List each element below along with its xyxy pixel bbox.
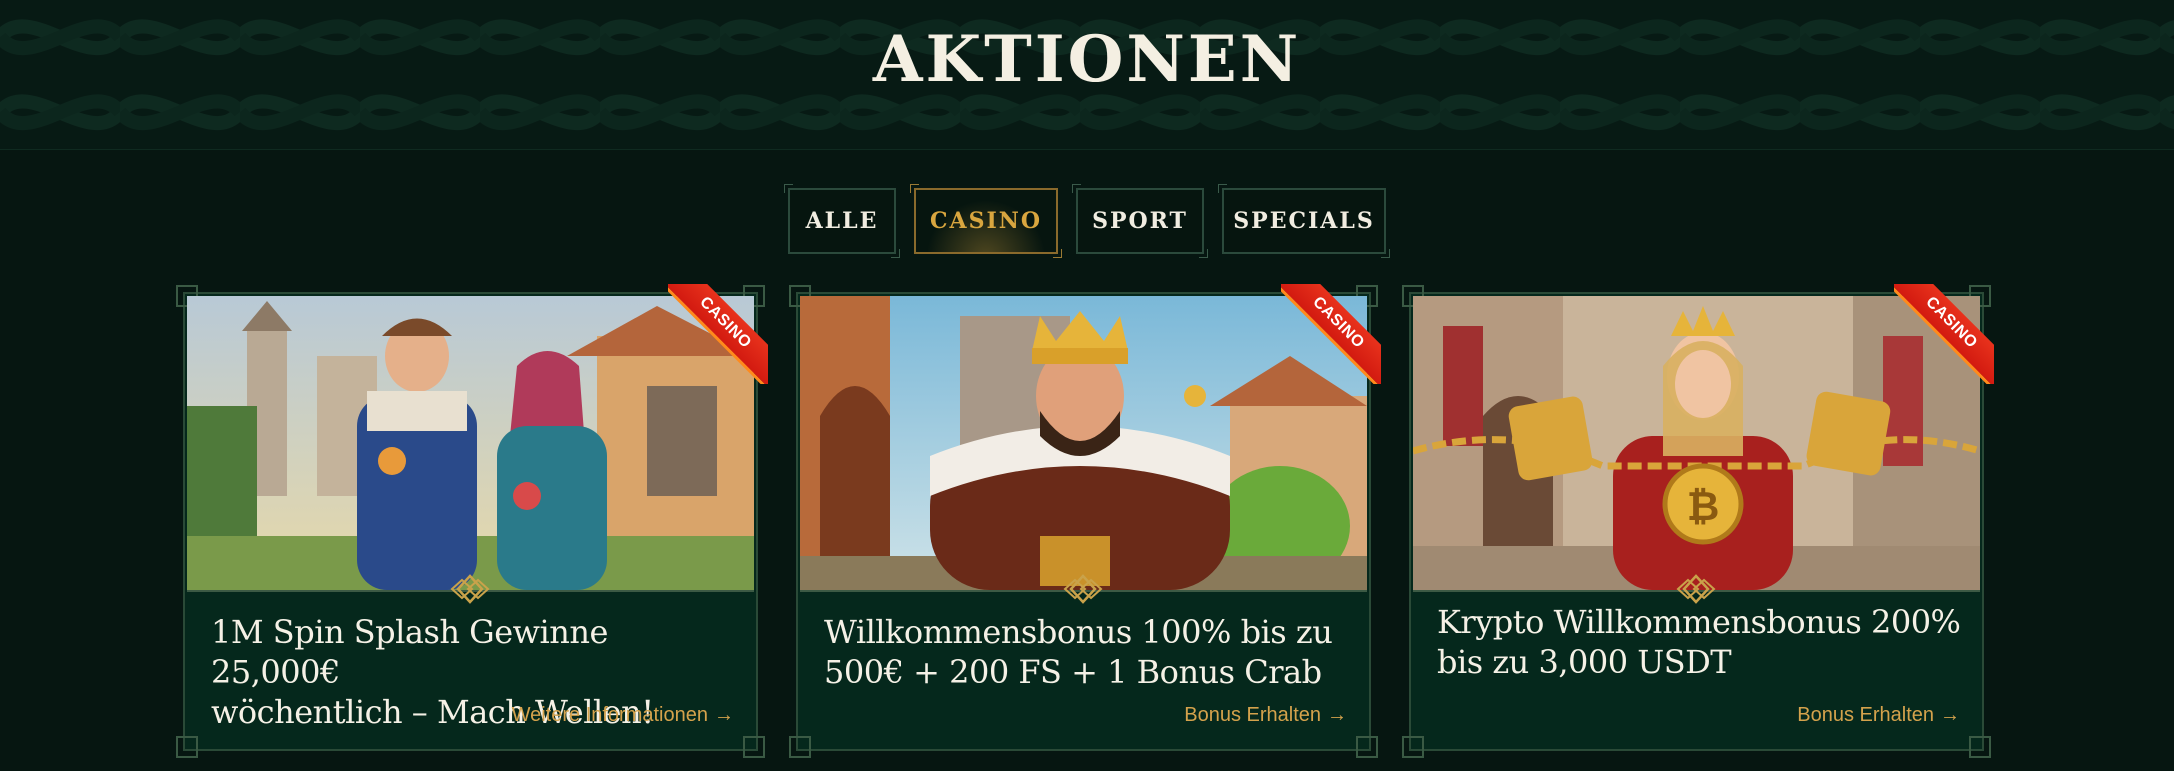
svg-text:₿: ₿ [1687, 484, 1720, 530]
more-info-link[interactable]: Weitere Informationen → [512, 704, 734, 727]
promo-title: Willkommensbonus 100% bis zu 500€ + 200 … [824, 612, 1354, 692]
header-band: AKTIONEN [0, 0, 2174, 150]
diamond-emblem-icon [1676, 574, 1716, 604]
frame-corner [1969, 736, 1991, 758]
tab-casino[interactable]: CASINO [910, 184, 1062, 258]
ribbon-label: CASINO [1894, 284, 1994, 384]
promotions-page: AKTIONEN ALLE CASINO SPORT SPECIALS CASI… [0, 0, 2174, 771]
diamond-emblem-icon [1063, 574, 1103, 604]
link-label: Weitere Informationen [511, 704, 708, 726]
filter-tabs: ALLE CASINO SPORT SPECIALS [0, 184, 2174, 258]
category-ribbon: CASINO [668, 284, 768, 384]
promo-title-line: 1M Spin Splash Gewinne 25,000€ [211, 613, 608, 691]
get-bonus-link[interactable]: Bonus Erhalten → [1797, 704, 1960, 727]
category-ribbon: CASINO [1281, 284, 1381, 384]
promo-title: Krypto Willkommensbonus 200% bis zu 3,00… [1437, 602, 1967, 682]
link-label: Bonus Erhalten [1184, 704, 1321, 726]
get-bonus-link[interactable]: Bonus Erhalten → [1184, 704, 1347, 727]
frame-corner [743, 736, 765, 758]
category-ribbon: CASINO [1894, 284, 1994, 384]
arrow-right-icon: → [714, 704, 734, 726]
ribbon-label: CASINO [668, 284, 768, 384]
ribbon-label: CASINO [1281, 284, 1381, 384]
promo-title-line: Willkommensbonus 100% bis zu [824, 613, 1333, 651]
promotion-cards: CASINO 1M Spin Splash Gewinne 25,000€ wö… [176, 284, 1994, 758]
arrow-right-icon: → [1327, 704, 1347, 726]
page-title: AKTIONEN [872, 22, 1302, 97]
promo-card-spin-splash[interactable]: CASINO 1M Spin Splash Gewinne 25,000€ wö… [176, 284, 768, 758]
promo-card-crypto-bonus[interactable]: ₿ CASINO Krypto Willkommensbonus 200% bi… [1402, 284, 1994, 758]
frame-corner [1402, 736, 1424, 758]
tab-sport[interactable]: SPORT [1072, 184, 1208, 258]
promo-title-line: bis zu 3,000 USDT [1437, 643, 1732, 681]
frame-corner [1356, 736, 1378, 758]
tab-specials[interactable]: SPECIALS [1218, 184, 1390, 258]
promo-card-welcome-bonus[interactable]: CASINO Willkommensbonus 100% bis zu 500€… [789, 284, 1381, 758]
promo-title-line: Krypto Willkommensbonus 200% [1437, 603, 1961, 641]
tab-alle[interactable]: ALLE [784, 184, 900, 258]
arrow-right-icon: → [1940, 704, 1960, 726]
frame-corner [176, 736, 198, 758]
link-label: Bonus Erhalten [1797, 704, 1934, 726]
promo-title-line: 500€ + 200 FS + 1 Bonus Crab [824, 653, 1322, 691]
diamond-emblem-icon [450, 574, 490, 604]
frame-corner [789, 736, 811, 758]
